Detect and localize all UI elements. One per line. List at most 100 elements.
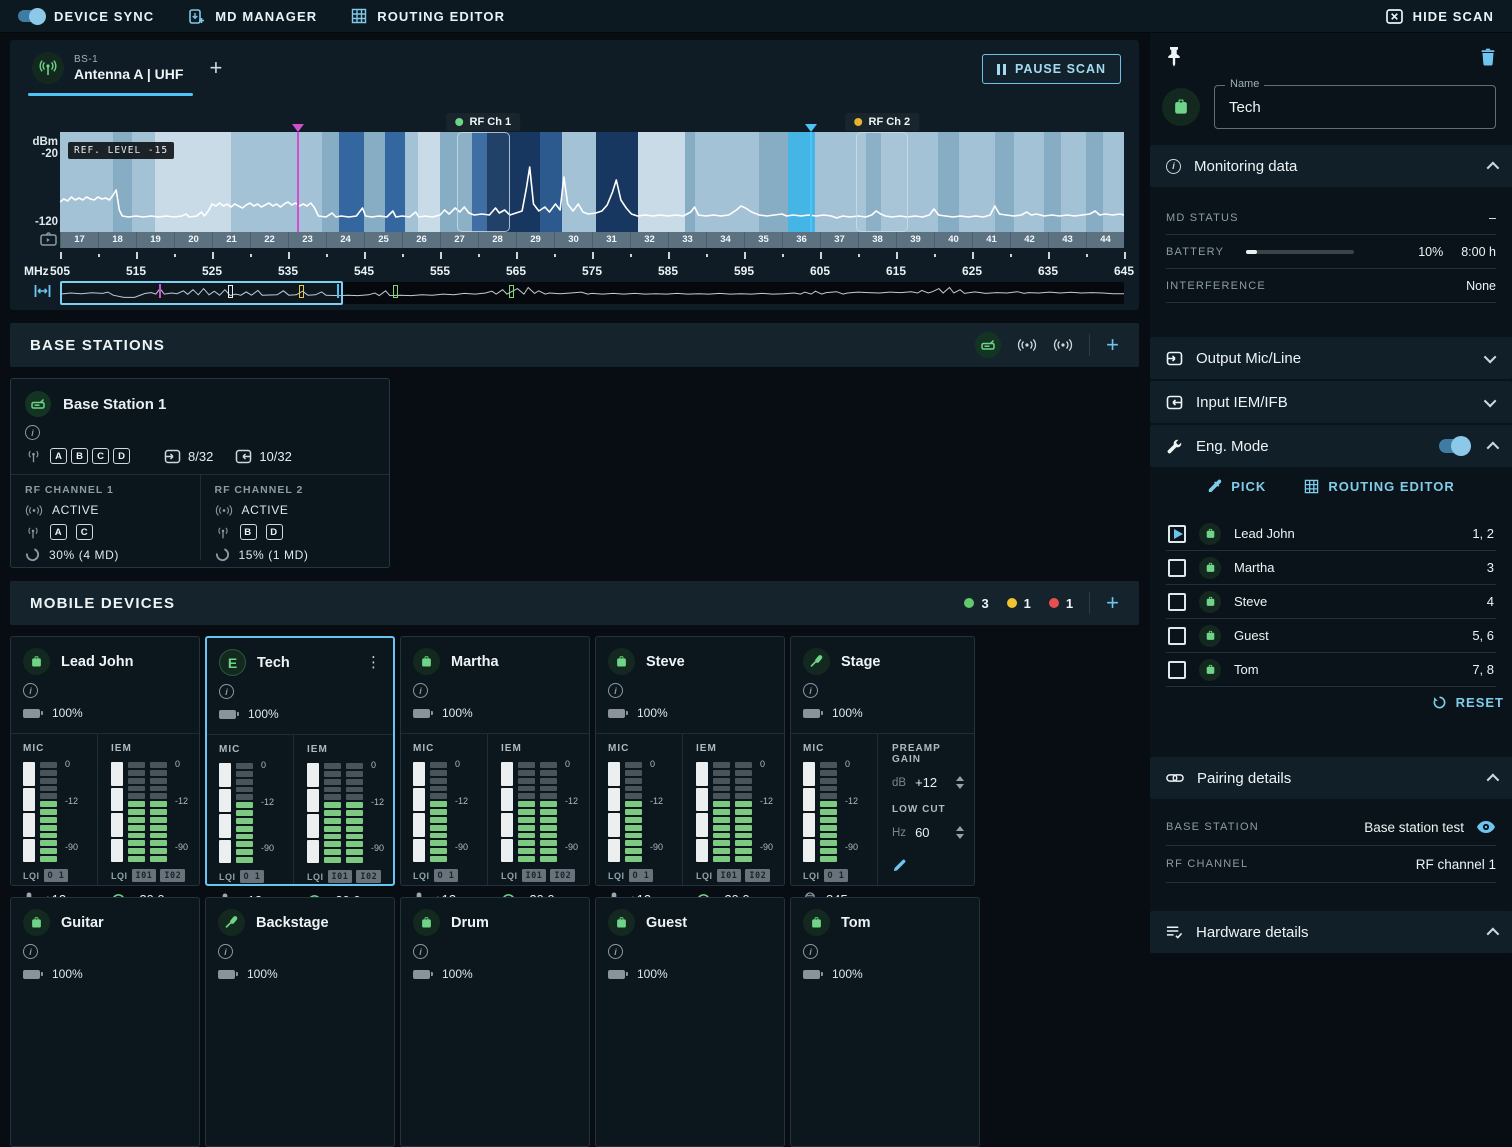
hardware-details-header[interactable]: Hardware details (1150, 911, 1512, 953)
eng-device-row-guest[interactable]: Guest5, 6 (1166, 619, 1496, 653)
eng-device-row-steve[interactable]: Steve4 (1166, 585, 1496, 619)
battery-icon (218, 970, 235, 979)
add-base-station-button[interactable]: + (1106, 334, 1119, 356)
add-mobile-device-button[interactable]: + (1106, 592, 1119, 614)
mhz-tick-label: 535 (278, 264, 298, 278)
device-sync-toggle-icon[interactable] (18, 10, 44, 22)
info-icon[interactable]: i (803, 944, 818, 959)
device-card-stage[interactable]: Stagei100%MIC0-12-90LQIO 1845PREAMP GAIN… (790, 636, 975, 886)
device-card-drum[interactable]: Drumi100% (400, 897, 590, 1147)
eng-device-row-lead-john[interactable]: Lead John1, 2 (1166, 517, 1496, 551)
tv-channel-number: 17 (60, 232, 98, 248)
device-card-lead-john[interactable]: Lead Johni100%MIC0-12-90LQIO 1+12IEM0-12… (10, 636, 200, 886)
rf-channel-1-filter-icon[interactable] (1017, 338, 1037, 352)
eng-device-row-martha[interactable]: Martha3 (1166, 551, 1496, 585)
device-checkbox[interactable] (1168, 559, 1186, 577)
base-station-card[interactable]: Base Station 1 i ABCD 8/32 10/32 RF CHAN… (10, 378, 390, 568)
battery-value: 100% (637, 706, 668, 720)
tv-channel-number: 18 (98, 232, 136, 248)
scan-marker-line[interactable] (810, 132, 812, 232)
eng-mode-actions: PICK ROUTING EDITOR (1150, 479, 1512, 494)
antenna-port-chip: C (92, 448, 109, 464)
low-cut-field[interactable]: Hz60 (892, 825, 966, 840)
pin-icon[interactable] (1166, 45, 1182, 69)
info-icon[interactable]: i (25, 425, 40, 440)
rf-ch2-label[interactable]: RF Ch 2 (846, 113, 920, 131)
spectrum-chart[interactable]: REF. LEVEL -15 RF Ch 1RF Ch 2 (60, 132, 1124, 232)
eng-mode-header[interactable]: Eng. Mode (1150, 425, 1512, 467)
play-icon (1174, 529, 1183, 539)
pause-scan-button[interactable]: PAUSE SCAN (982, 54, 1121, 84)
device-status-count: 1 (1007, 596, 1031, 611)
info-icon[interactable]: i (413, 683, 428, 698)
rf-ch1-box[interactable] (457, 132, 510, 232)
info-icon[interactable]: i (23, 683, 38, 698)
cursor-marker-handle[interactable] (292, 124, 304, 132)
input-iem-ifb-header[interactable]: Input IEM/IFB (1150, 381, 1512, 423)
pairing-details-header[interactable]: Pairing details (1150, 757, 1512, 799)
add-scan-tab-button[interactable]: + (209, 55, 222, 81)
kebab-menu-icon[interactable]: ⋮ (366, 655, 381, 670)
tv-channel-icon[interactable] (40, 232, 57, 246)
eng-mode-toggle[interactable] (1439, 439, 1469, 453)
spectrum-minimap[interactable] (60, 282, 1124, 304)
audio-level-meter (820, 762, 837, 862)
handheld-mic-icon (803, 648, 830, 675)
device-card-tech[interactable]: ETech⋮i100%MIC0-12-90LQIO 1+12IEM0-12-90… (205, 636, 395, 886)
low-cut-stepper[interactable] (956, 826, 966, 839)
tv-channel-number: 22 (250, 232, 288, 248)
cursor-marker-line[interactable] (297, 132, 299, 232)
mhz-tick-label: 615 (886, 264, 906, 278)
device-card-tom[interactable]: Tomi100% (790, 897, 980, 1147)
expand-range-icon[interactable] (34, 284, 51, 298)
device-name: Lead John (61, 654, 134, 670)
eng-mode-title: Eng. Mode (1196, 438, 1269, 455)
md-manager-button[interactable]: MD MANAGER (188, 8, 317, 25)
device-card-martha[interactable]: Marthai100%MIC0-12-90LQIO 1+12IEM0-12-90… (400, 636, 590, 886)
rf-ch2-box[interactable] (856, 132, 908, 232)
chevron-up-icon (1487, 441, 1500, 454)
eye-icon[interactable] (1476, 820, 1496, 834)
device-card-backstage[interactable]: Backstagei100% (205, 897, 395, 1147)
device-sync-toggle[interactable]: DEVICE SYNC (18, 9, 154, 24)
scan-marker-handle[interactable] (805, 124, 817, 132)
edit-pencil-icon[interactable] (892, 858, 966, 873)
output-mic-line-header[interactable]: Output Mic/Line (1150, 337, 1512, 379)
device-checkbox[interactable] (1168, 525, 1186, 543)
rf-channel-2-filter-icon[interactable] (1053, 338, 1073, 352)
eng-device-row-tom[interactable]: Tom7, 8 (1166, 653, 1496, 687)
scan-tab-antenna-a[interactable]: BS-1 Antenna A | UHF (28, 40, 193, 96)
reset-button[interactable]: RESET (1432, 695, 1504, 710)
device-status-count: 3 (964, 596, 988, 611)
tv-channel-number: 44 (1086, 232, 1124, 248)
routing-editor-button[interactable]: ROUTING EDITOR (351, 8, 505, 24)
preamp-gain-stepper[interactable] (956, 776, 966, 789)
pick-button[interactable]: PICK (1207, 479, 1266, 494)
preamp-gain-field[interactable]: dB+12 (892, 775, 966, 790)
battery-value: 100% (832, 967, 863, 981)
info-icon[interactable]: i (608, 683, 623, 698)
device-card-guest[interactable]: Guesti100% (595, 897, 785, 1147)
hide-scan-button[interactable]: HIDE SCAN (1386, 9, 1494, 24)
info-icon[interactable]: i (413, 944, 428, 959)
trash-icon[interactable] (1480, 48, 1496, 66)
device-checkbox[interactable] (1168, 627, 1186, 645)
info-icon[interactable]: i (218, 944, 233, 959)
device-card-steve[interactable]: Stevei100%MIC0-12-90LQIO 1+12IEM0-12-90L… (595, 636, 785, 886)
device-checkbox[interactable] (1168, 661, 1186, 679)
link-quality-chip: I02 (160, 869, 185, 882)
rf-ch1-label[interactable]: RF Ch 1 (447, 113, 521, 131)
device-checkbox[interactable] (1168, 593, 1186, 611)
info-icon[interactable]: i (803, 683, 818, 698)
chevron-down-icon (1484, 394, 1497, 407)
name-input[interactable] (1229, 99, 1481, 116)
info-icon[interactable]: i (608, 944, 623, 959)
base-station-filter-icon[interactable] (975, 332, 1001, 358)
device-card-guitar[interactable]: Guitari100% (10, 897, 200, 1147)
monitoring-data-header[interactable]: i Monitoring data (1150, 145, 1512, 187)
info-icon[interactable]: i (23, 944, 38, 959)
routing-editor-button[interactable]: ROUTING EDITOR (1304, 479, 1454, 494)
iem-label: IEM (501, 743, 589, 754)
name-field[interactable]: Name (1214, 85, 1496, 129)
info-icon[interactable]: i (219, 684, 234, 699)
